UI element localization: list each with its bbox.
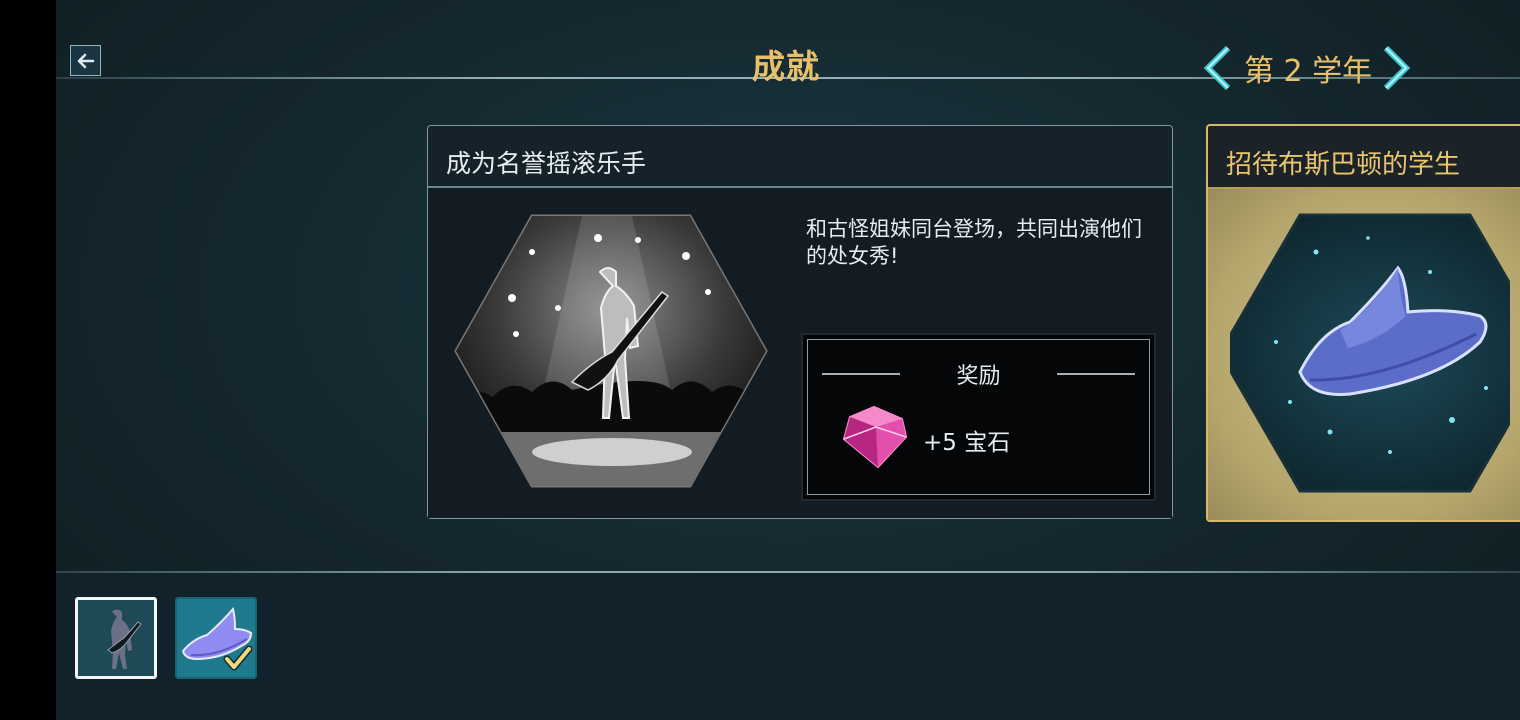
- thumbnail-witch-hat[interactable]: [175, 597, 257, 679]
- reward-line-right: [1057, 373, 1135, 375]
- achievement-title: 成为名誉摇滚乐手: [446, 149, 647, 178]
- guitarist-icon: [107, 609, 142, 669]
- reward-box: 奖励 +5 宝石: [801, 333, 1156, 501]
- arrow-left-icon: [77, 53, 94, 68]
- page-title: 成就: [752, 47, 820, 86]
- next-achievement-card[interactable]: 招待布斯巴顿的学生: [1206, 124, 1520, 522]
- year-navigator: 第 2 学年: [1200, 40, 1416, 92]
- chevron-left-icon[interactable]: [1200, 44, 1234, 92]
- year-label: 第 2 学年: [1244, 54, 1373, 89]
- achievement-description: 和古怪姐妹同台登场，共同出演他们的处女秀!: [806, 217, 1142, 268]
- reward-amount: +5 宝石: [923, 430, 1011, 456]
- achievement-card[interactable]: 成为名誉摇滚乐手 和古怪姐妹同台登场，共同出演他们的处女秀! 奖励 +5 宝石: [427, 125, 1173, 519]
- next-achievement-title: 招待布斯巴顿的学生: [1226, 150, 1461, 180]
- pink-gem-icon: [842, 405, 908, 469]
- witch-hat-image: [1230, 213, 1510, 493]
- checkmark-icon: [223, 645, 253, 671]
- achievements-screen: 成就 第 2 学年 成为名誉摇滚乐手 和古怪姐妹同台登场，共同出演他们的处女秀!…: [56, 0, 1520, 720]
- back-button[interactable]: [70, 45, 101, 76]
- chevron-right-icon[interactable]: [1380, 44, 1414, 92]
- rock-star-image: [454, 214, 768, 488]
- thumbnail-guitarist[interactable]: [75, 597, 157, 679]
- achievement-tray: [56, 573, 1520, 720]
